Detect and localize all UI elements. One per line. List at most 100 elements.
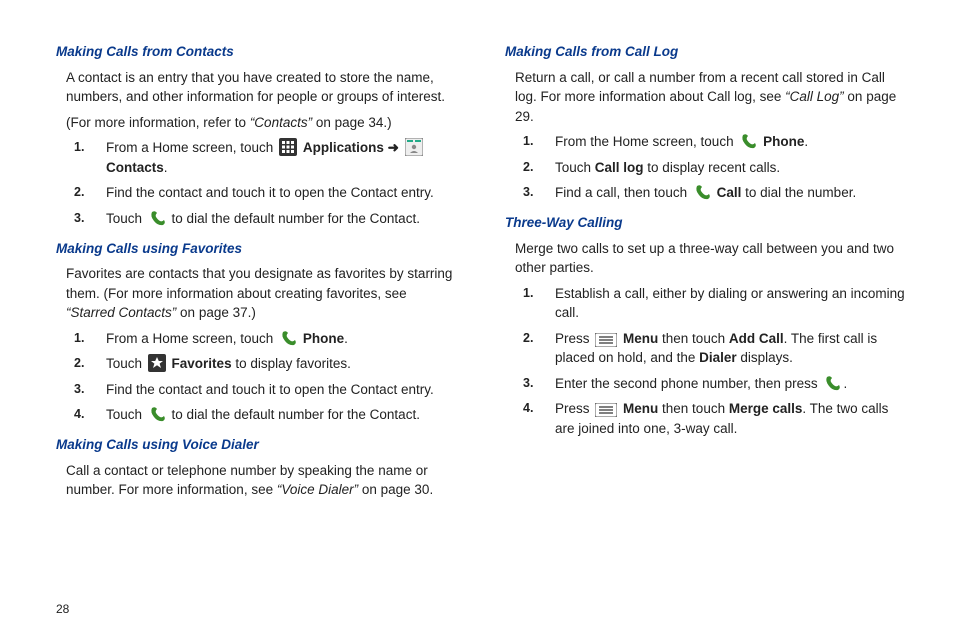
step-number: 2. (523, 158, 533, 176)
step: 2. Touch Call log to display recent call… (549, 158, 906, 178)
phone-icon (148, 405, 166, 423)
contacts-icon (405, 138, 423, 156)
text: on page 30. (358, 482, 433, 497)
right-column: Making Calls from Call Log Return a call… (505, 36, 906, 618)
text: to dial the default number for the Conta… (172, 211, 420, 226)
text: then touch (658, 331, 729, 346)
reference: “Contacts” (250, 115, 312, 130)
text: Touch (106, 407, 146, 422)
call-log-label: Call log (595, 160, 644, 175)
text: Find the contact and touch it to open th… (106, 185, 434, 200)
text: then touch (658, 401, 729, 416)
menu-icon (595, 333, 617, 347)
menu-label: Menu (623, 401, 658, 416)
text: Press (555, 331, 593, 346)
paragraph: Favorites are contacts that you designat… (66, 264, 457, 323)
text: Enter the second phone number, then pres… (555, 376, 821, 391)
step: 2. Touch Favorites to display favorites. (100, 354, 457, 374)
reference: “Voice Dialer” (277, 482, 358, 497)
add-call-label: Add Call (729, 331, 784, 346)
steps-list: 1. From a Home screen, touch Phone. 2. T… (56, 329, 457, 425)
text: Press (555, 401, 593, 416)
applications-icon (279, 138, 297, 156)
step: 1. From a Home screen, touch Phone. (100, 329, 457, 349)
phone-icon (279, 329, 297, 347)
call-label: Call (717, 185, 742, 200)
phone-label: Phone (763, 134, 804, 149)
phone-icon (823, 374, 841, 392)
step-number: 2. (523, 329, 533, 347)
text: on page 34.) (312, 115, 392, 130)
text: . (843, 376, 847, 391)
text: to display recent calls. (644, 160, 781, 175)
heading-contacts: Making Calls from Contacts (56, 42, 457, 62)
heading-call-log: Making Calls from Call Log (505, 42, 906, 62)
heading-three-way: Three-Way Calling (505, 213, 906, 233)
dialer-label: Dialer (699, 350, 737, 365)
step-number: 3. (74, 380, 84, 398)
text: Find the contact and touch it to open th… (106, 382, 434, 397)
step-number: 1. (74, 138, 84, 156)
steps-list: 1. From a Home screen, touch Application… (56, 138, 457, 228)
step: 3. Enter the second phone number, then p… (549, 374, 906, 394)
step-number: 1. (523, 284, 533, 302)
step: 2. Press Menu then touch Add Call. The f… (549, 329, 906, 368)
applications-label: Applications (303, 140, 384, 155)
reference: “Starred Contacts” (66, 305, 176, 320)
step: 1. From a Home screen, touch Application… (100, 138, 457, 177)
text: (For more information, refer to (66, 115, 250, 130)
text: to display favorites. (232, 356, 351, 371)
menu-label: Menu (623, 331, 658, 346)
step: 4. Press Menu then touch Merge calls. Th… (549, 399, 906, 438)
text: to dial the default number for the Conta… (172, 407, 420, 422)
merge-calls-label: Merge calls (729, 401, 803, 416)
menu-icon (595, 403, 617, 417)
text: From a Home screen, touch (106, 140, 277, 155)
paragraph: (For more information, refer to “Contact… (66, 113, 457, 133)
contacts-label: Contacts (106, 160, 164, 175)
step: 4. Touch to dial the default number for … (100, 405, 457, 425)
phone-icon (148, 209, 166, 227)
step-number: 3. (523, 183, 533, 201)
text: on page 37.) (176, 305, 256, 320)
step-number: 4. (74, 405, 84, 423)
left-column: Making Calls from Contacts A contact is … (56, 36, 457, 618)
text: . (344, 331, 348, 346)
step-number: 1. (74, 329, 84, 347)
text: From the Home screen, touch (555, 134, 737, 149)
arrow: ➜ (384, 140, 403, 155)
steps-list: 1. Establish a call, either by dialing o… (505, 284, 906, 439)
steps-list: 1. From the Home screen, touch Phone. 2.… (505, 132, 906, 203)
phone-label: Phone (303, 331, 344, 346)
text: displays. (737, 350, 793, 365)
paragraph: Call a contact or telephone number by sp… (66, 461, 457, 500)
paragraph: A contact is an entry that you have crea… (66, 68, 457, 107)
reference: “Call Log” (785, 89, 844, 104)
step: 3. Find a call, then touch Call to dial … (549, 183, 906, 203)
favorites-icon (148, 354, 166, 372)
step-number: 3. (523, 374, 533, 392)
text: Touch (106, 211, 146, 226)
page-number: 28 (56, 602, 69, 616)
text: Touch (555, 160, 595, 175)
text: . (164, 160, 168, 175)
step-number: 2. (74, 183, 84, 201)
step: 3. Find the contact and touch it to open… (100, 380, 457, 400)
phone-icon (693, 183, 711, 201)
text: Establish a call, either by dialing or a… (555, 286, 905, 321)
page: Making Calls from Contacts A contact is … (0, 0, 954, 636)
step: 1. Establish a call, either by dialing o… (549, 284, 906, 323)
step-number: 4. (523, 399, 533, 417)
paragraph: Merge two calls to set up a three-way ca… (515, 239, 906, 278)
heading-favorites: Making Calls using Favorites (56, 239, 457, 259)
text: Favorites are contacts that you designat… (66, 266, 452, 301)
step: 3. Touch to dial the default number for … (100, 209, 457, 229)
step-number: 3. (74, 209, 84, 227)
favorites-label: Favorites (172, 356, 232, 371)
step-number: 1. (523, 132, 533, 150)
step: 2. Find the contact and touch it to open… (100, 183, 457, 203)
step-number: 2. (74, 354, 84, 372)
heading-voice-dialer: Making Calls using Voice Dialer (56, 435, 457, 455)
text: Find a call, then touch (555, 185, 691, 200)
text: . (804, 134, 808, 149)
